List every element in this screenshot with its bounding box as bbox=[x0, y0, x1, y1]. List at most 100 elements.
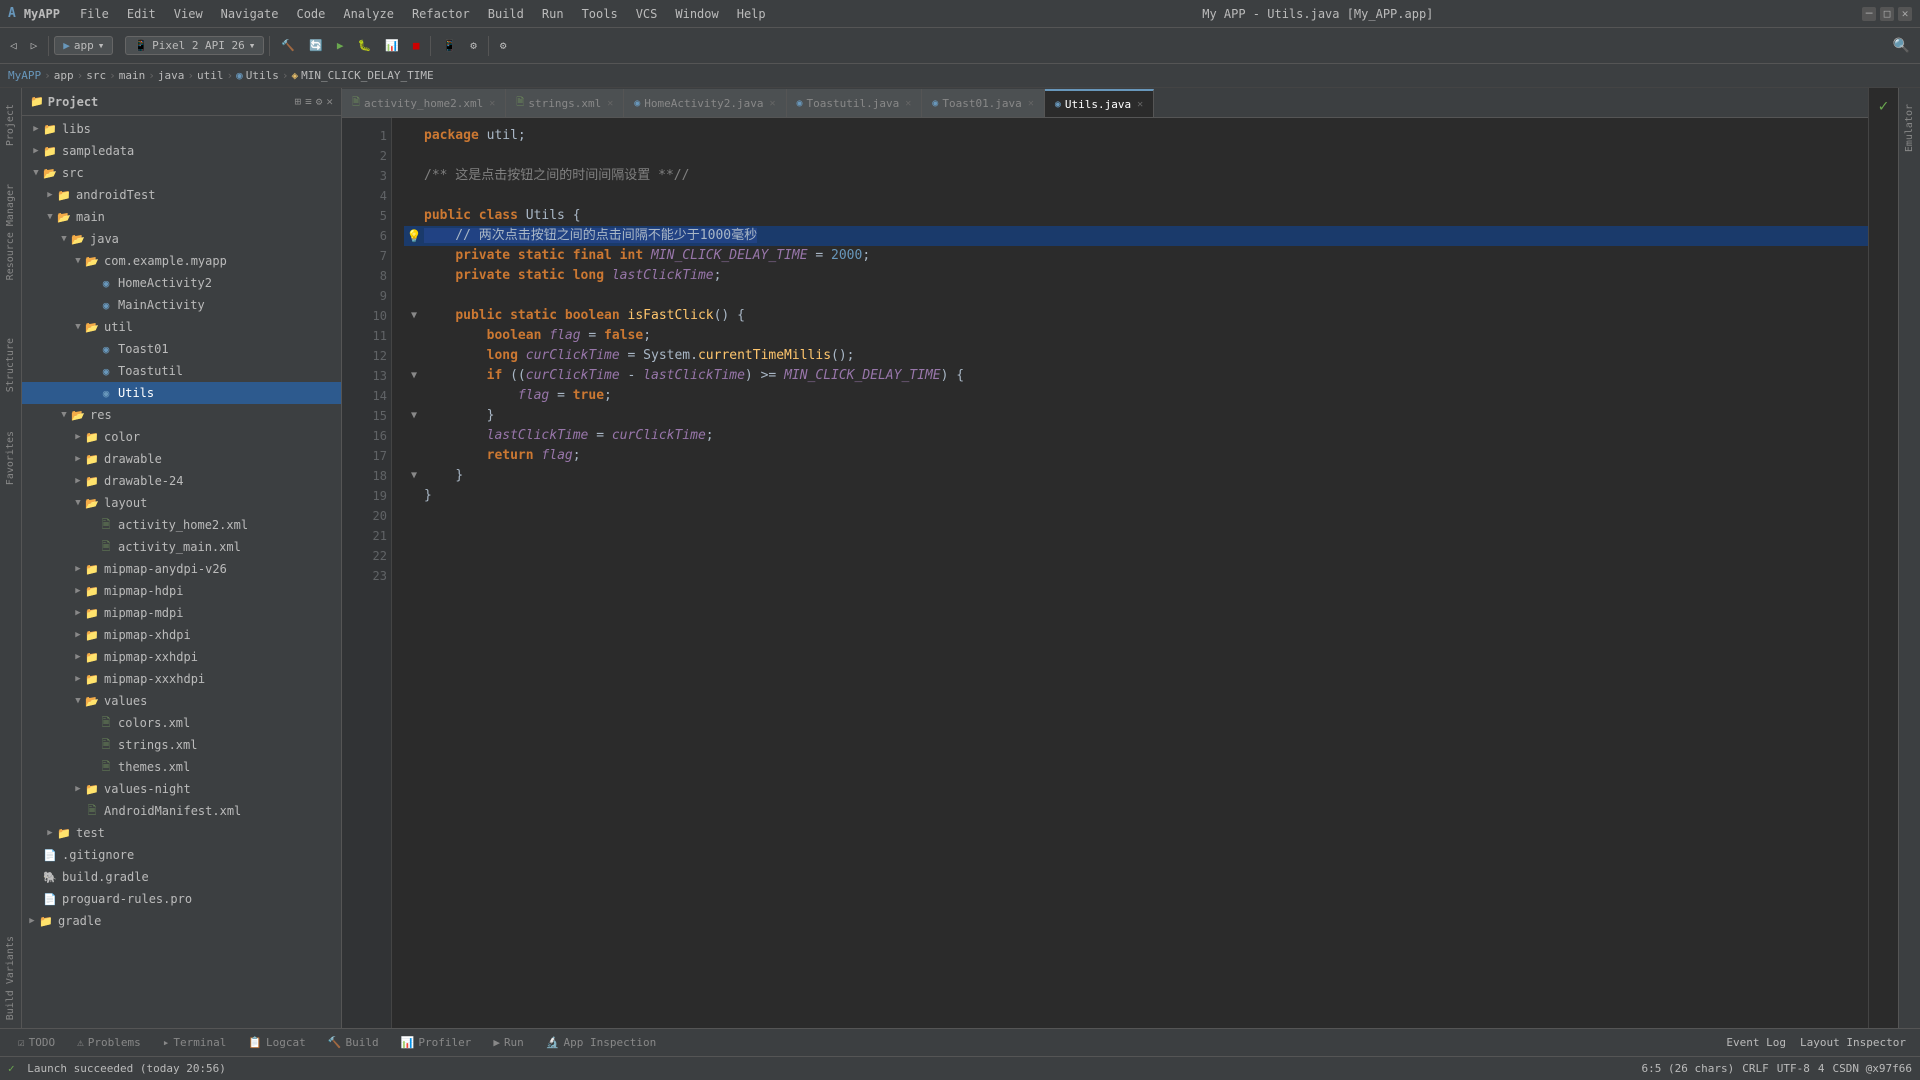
tree-item-mipmap-mdpi[interactable]: ▶ 📁 mipmap-mdpi bbox=[22, 602, 341, 624]
sdk-btn[interactable]: ⚙ bbox=[464, 36, 483, 55]
tree-item-activity-home2[interactable]: ▶ 🗎 activity_home2.xml bbox=[22, 514, 341, 536]
emulator-tab[interactable]: Emulator bbox=[1901, 96, 1918, 160]
hint-bulb[interactable]: 💡 bbox=[407, 226, 422, 246]
menu-edit[interactable]: Edit bbox=[119, 5, 164, 23]
code-content[interactable]: package util; /** 这是点击按钮之间的时间间隔设置 **// bbox=[392, 118, 1868, 1028]
debug-btn[interactable]: 🐛 bbox=[351, 36, 377, 55]
menu-refactor[interactable]: Refactor bbox=[404, 5, 478, 23]
tree-item-src[interactable]: ▼ 📂 src bbox=[22, 162, 341, 184]
tree-item-mipmap-xxxhdpi[interactable]: ▶ 📁 mipmap-xxxhdpi bbox=[22, 668, 341, 690]
search-everywhere-btn[interactable]: 🔍 bbox=[1887, 35, 1916, 57]
menu-window[interactable]: Window bbox=[667, 5, 726, 23]
status-crlf[interactable]: CRLF bbox=[1742, 1062, 1769, 1075]
avd-btn[interactable]: 📱 bbox=[436, 36, 462, 55]
breadcrumb-field[interactable]: ◈ MIN_CLICK_DELAY_TIME bbox=[292, 69, 434, 82]
tree-item-homeactivity2[interactable]: ▶ ◉ HomeActivity2 bbox=[22, 272, 341, 294]
tree-item-strings[interactable]: ▶ 🗎 strings.xml bbox=[22, 734, 341, 756]
tree-item-drawable[interactable]: ▶ 📁 drawable bbox=[22, 448, 341, 470]
tree-item-values-night[interactable]: ▶ 📁 values-night bbox=[22, 778, 341, 800]
tree-item-mainactivity[interactable]: ▶ ◉ MainActivity bbox=[22, 294, 341, 316]
tree-item-main[interactable]: ▼ 📂 main bbox=[22, 206, 341, 228]
breadcrumb-myapp[interactable]: MyAPP bbox=[8, 69, 41, 82]
breadcrumb-main[interactable]: main bbox=[119, 69, 146, 82]
breadcrumb-java[interactable]: java bbox=[158, 69, 185, 82]
tree-item-color[interactable]: ▶ 📁 color bbox=[22, 426, 341, 448]
app-inspection-tab[interactable]: 🔬 App Inspection bbox=[536, 1034, 666, 1051]
tree-item-mipmap-xhdpi[interactable]: ▶ 📁 mipmap-xhdpi bbox=[22, 624, 341, 646]
tab-homeactivity2[interactable]: ◉ HomeActivity2.java ✕ bbox=[624, 89, 786, 117]
close-button[interactable]: ✕ bbox=[1898, 7, 1912, 21]
menu-navigate[interactable]: Navigate bbox=[213, 5, 287, 23]
tree-item-mipmap-xxhdpi[interactable]: ▶ 📁 mipmap-xxhdpi bbox=[22, 646, 341, 668]
make-project-btn[interactable]: 🔨 bbox=[275, 36, 301, 55]
logcat-tab[interactable]: 📋 Logcat bbox=[238, 1034, 315, 1051]
tree-item-colors[interactable]: ▶ 🗎 colors.xml bbox=[22, 712, 341, 734]
menu-vcs[interactable]: VCS bbox=[628, 5, 666, 23]
build-tab[interactable]: 🔨 Build bbox=[318, 1034, 389, 1051]
tree-item-res[interactable]: ▼ 📂 res bbox=[22, 404, 341, 426]
favorites-tab[interactable]: Favorites bbox=[2, 423, 19, 493]
fold-btn-15[interactable]: ▼ bbox=[411, 406, 417, 426]
fold-btn-10[interactable]: ▼ bbox=[411, 306, 417, 326]
tree-item-sampledata[interactable]: ▶ 📁 sampledata bbox=[22, 140, 341, 162]
tab-close-utils[interactable]: ✕ bbox=[1137, 99, 1143, 110]
tree-item-mipmap-anydpi[interactable]: ▶ 📁 mipmap-anydpi-v26 bbox=[22, 558, 341, 580]
breadcrumb-src[interactable]: src bbox=[86, 69, 106, 82]
fold-btn-13[interactable]: ▼ bbox=[411, 366, 417, 386]
tab-close-activity-home2[interactable]: ✕ bbox=[489, 98, 495, 109]
tree-item-androidtest[interactable]: ▶ 📁 androidTest bbox=[22, 184, 341, 206]
tree-item-toast01[interactable]: ▶ ◉ Toast01 bbox=[22, 338, 341, 360]
project-settings-btn[interactable]: ⚙ bbox=[316, 95, 323, 108]
status-charset[interactable]: UTF-8 bbox=[1777, 1062, 1810, 1075]
event-log-btn[interactable]: Event Log bbox=[1720, 1034, 1792, 1051]
tab-close-strings[interactable]: ✕ bbox=[607, 98, 613, 109]
breadcrumb-utils[interactable]: ◉ Utils bbox=[236, 69, 279, 82]
tree-item-mipmap-hdpi[interactable]: ▶ 📁 mipmap-hdpi bbox=[22, 580, 341, 602]
tree-item-values[interactable]: ▼ 📂 values bbox=[22, 690, 341, 712]
menu-build[interactable]: Build bbox=[480, 5, 532, 23]
toolbar-settings[interactable]: ⚙ bbox=[494, 36, 513, 55]
tab-activity-home2[interactable]: 🗎 activity_home2.xml ✕ bbox=[342, 89, 506, 117]
project-close-btn[interactable]: ✕ bbox=[326, 95, 333, 108]
terminal-tab[interactable]: ▸ Terminal bbox=[153, 1034, 237, 1051]
project-scope-btn[interactable]: ⊞ bbox=[295, 95, 302, 108]
menu-code[interactable]: Code bbox=[288, 5, 333, 23]
run-tab[interactable]: ▶ Run bbox=[483, 1034, 534, 1051]
tree-item-build-gradle[interactable]: ▶ 🐘 build.gradle bbox=[22, 866, 341, 888]
layout-inspector-btn[interactable]: Layout Inspector bbox=[1794, 1034, 1912, 1051]
sync-btn[interactable]: 🔄 bbox=[303, 36, 329, 55]
tree-item-themes[interactable]: ▶ 🗎 themes.xml bbox=[22, 756, 341, 778]
build-variants-tab[interactable]: Build Variants bbox=[2, 928, 19, 1028]
menu-run[interactable]: Run bbox=[534, 5, 572, 23]
menu-file[interactable]: File bbox=[72, 5, 117, 23]
run-btn[interactable]: ▶ bbox=[331, 36, 350, 55]
problems-tab[interactable]: ⚠ Problems bbox=[67, 1034, 151, 1051]
tree-item-drawable24[interactable]: ▶ 📁 drawable-24 bbox=[22, 470, 341, 492]
resource-manager-tab[interactable]: Resource Manager bbox=[2, 176, 19, 288]
tree-item-androidmanifest[interactable]: ▶ 🗎 AndroidManifest.xml bbox=[22, 800, 341, 822]
project-collapse-btn[interactable]: ≡ bbox=[305, 95, 312, 108]
menu-help[interactable]: Help bbox=[729, 5, 774, 23]
stop-btn[interactable]: ■ bbox=[407, 36, 426, 55]
tree-item-activity-main[interactable]: ▶ 🗎 activity_main.xml bbox=[22, 536, 341, 558]
device-dropdown[interactable]: 📱 Pixel 2 API 26 ▾ bbox=[125, 36, 264, 55]
toolbar-back-btn[interactable]: ◁ bbox=[4, 36, 23, 55]
tab-strings[interactable]: 🗎 strings.xml ✕ bbox=[506, 89, 624, 117]
tree-item-com-example[interactable]: ▼ 📂 com.example.myapp bbox=[22, 250, 341, 272]
tab-close-homeactivity2[interactable]: ✕ bbox=[769, 98, 775, 109]
tree-item-proguard[interactable]: ▶ 📄 proguard-rules.pro bbox=[22, 888, 341, 910]
tab-utils[interactable]: ◉ Utils.java ✕ bbox=[1045, 89, 1154, 117]
tab-close-toast01[interactable]: ✕ bbox=[1028, 98, 1034, 109]
project-tab[interactable]: Project bbox=[2, 96, 19, 154]
structure-tab[interactable]: Structure bbox=[2, 330, 19, 400]
fold-btn-18[interactable]: ▼ bbox=[411, 466, 417, 486]
status-indent[interactable]: 4 bbox=[1818, 1062, 1825, 1075]
tree-item-libs[interactable]: ▶ 📁 libs bbox=[22, 118, 341, 140]
status-position[interactable]: 6:5 (26 chars) bbox=[1642, 1062, 1735, 1075]
breadcrumb-util[interactable]: util bbox=[197, 69, 224, 82]
tree-item-gradle-root[interactable]: ▶ 📁 gradle bbox=[22, 910, 341, 932]
todo-tab[interactable]: ☑ TODO bbox=[8, 1034, 65, 1051]
minimize-button[interactable]: ─ bbox=[1862, 7, 1876, 21]
tree-item-utils[interactable]: ▶ ◉ Utils bbox=[22, 382, 341, 404]
tree-item-java[interactable]: ▼ 📂 java bbox=[22, 228, 341, 250]
